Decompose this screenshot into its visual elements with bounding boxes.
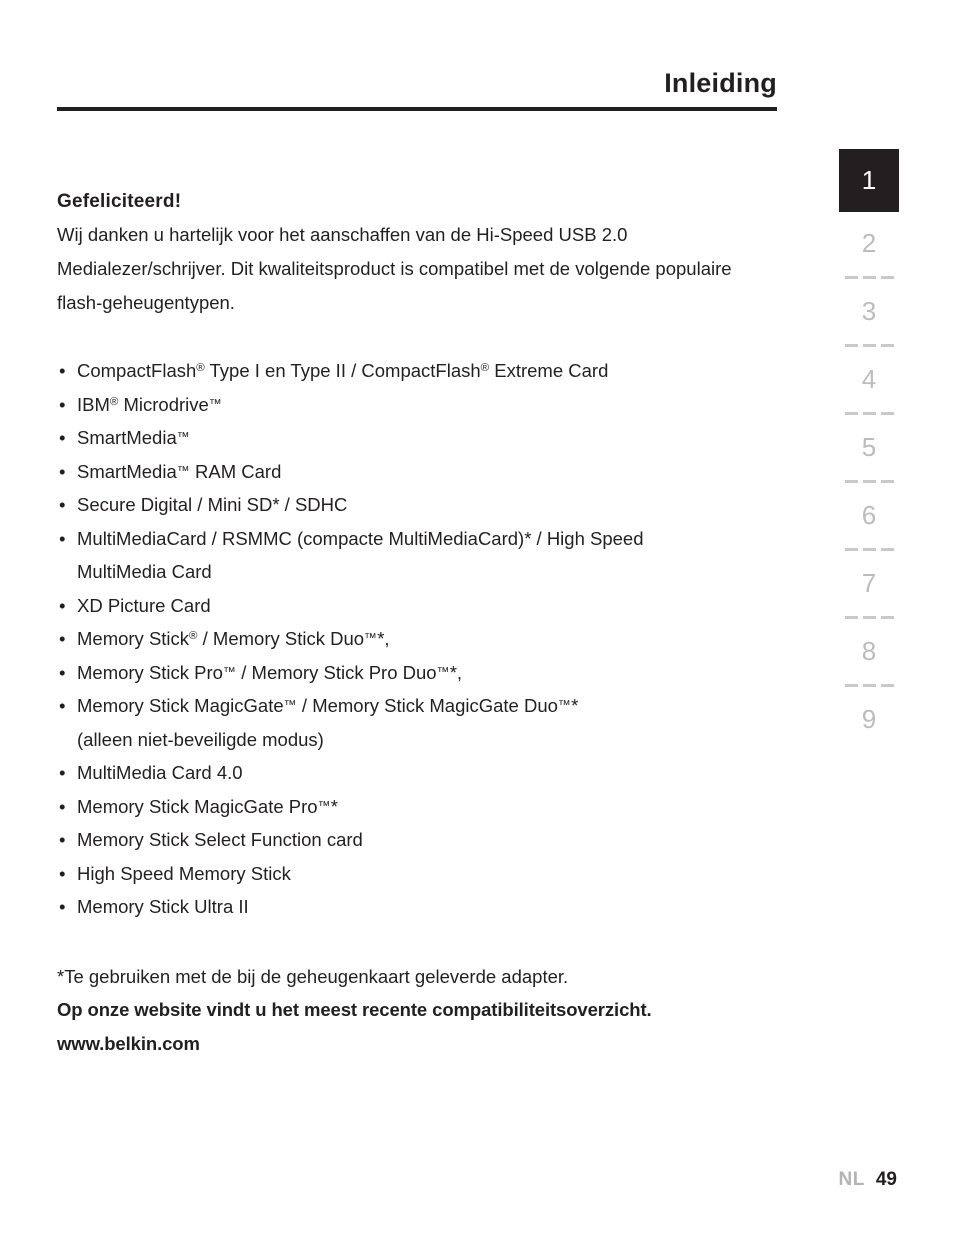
list-item: • Memory Stick MagicGate Pro™* [57,790,772,824]
list-item: • MultiMediaCard / RSMMC (compacte MultiM… [57,522,772,589]
main-content: Gefeliciteerd! Wij danken u hartelijk vo… [57,188,772,1060]
list-item: • High Speed Memory Stick [57,857,772,891]
trademark-mark: ™ [436,663,450,679]
list-item-label: MultiMediaCard / RSMMC (compacte MultiMe… [77,527,644,549]
list-item: • Secure Digital / Mini SD* / SDHC [57,488,772,522]
bullet-icon: • [59,360,66,381]
list-item: • Memory Stick Select Function card [57,823,772,857]
list-item: • Memory Stick Pro™ / Memory Stick Pro Du… [57,656,772,690]
bullet-icon: • [59,460,66,482]
trademark-mark: ™ [176,429,190,445]
list-item-label: High Speed Memory Stick [77,862,291,884]
list-item-label: XD Picture Card [77,594,211,616]
section-tab-8[interactable]: 8 [839,620,899,683]
note-bold: Op onze website vindt u het meest recent… [57,999,652,1020]
section-tab-9[interactable]: 9 [839,688,899,751]
list-item-continuation: MultiMedia Card [77,561,212,582]
section-tab-2[interactable]: 2 [839,212,899,275]
list-item-label: Secure Digital / Mini SD* / SDHC [77,494,348,515]
registered-mark: ® [480,362,490,375]
bullet-icon: • [59,661,66,683]
section-tab-1[interactable]: 1 [839,149,899,212]
section-heading: Gefeliciteerd! [57,191,182,212]
list-item-label: SmartMedia™ [77,427,190,448]
list-item-label: Memory Stick MagicGate Pro™* [77,795,338,817]
trademark-mark: ™ [557,697,572,713]
bullet-icon: • [59,494,66,515]
supported-cards-list: • CompactFlash® Type I en Type II / Compa… [57,354,772,924]
bullet-icon: • [59,393,66,415]
bullet-icon: • [59,695,66,716]
trademark-mark: ™ [176,462,190,478]
list-item: • MultiMedia Card 4.0 [57,756,772,790]
bullet-icon: • [59,527,66,549]
trademark-mark: ™ [317,797,331,813]
note-bold: www.belkin.com [57,1032,200,1054]
list-item-label: Memory Stick MagicGate™ / Memory Stick M… [77,695,579,716]
section-tab-3[interactable]: 3 [839,280,899,343]
list-item-label: Memory Stick Select Function card [77,829,363,850]
page-number: 49 [875,1169,897,1190]
list-item: • Memory Stick® / Memory Stick Duo™*, [57,622,772,656]
bullet-icon: • [59,896,66,917]
list-item: • SmartMedia™ RAM Card [57,455,772,489]
section-tab-5[interactable]: 5 [839,416,899,479]
list-item-label: SmartMedia™ RAM Card [77,460,282,482]
list-item: • SmartMedia™ [57,421,772,455]
footnotes: *Te gebruiken met de bij de geheugenkaar… [57,960,772,1061]
list-item: • XD Picture Card [57,589,772,623]
note-plain: *Te gebruiken met de bij de geheugenkaar… [57,965,569,987]
list-item: • Memory Stick MagicGate™ / Memory Stick … [57,689,772,756]
bullet-icon: • [59,762,66,783]
list-item: • IBM® Microdrive™ [57,388,772,422]
registered-mark: ® [196,362,205,375]
trademark-mark: ™ [222,663,237,679]
section-tab-7[interactable]: 7 [839,552,899,615]
list-item: • CompactFlash® Type I en Type II / Compa… [57,354,772,388]
list-item-label: IBM® Microdrive™ [77,393,222,415]
bullet-icon: • [59,862,66,884]
list-item-label: Memory Stick Ultra II [77,896,249,917]
list-item-label: Memory Stick Pro™ / Memory Stick Pro Duo… [77,661,463,683]
bullet-icon: • [59,829,66,850]
bullet-icon: • [59,594,66,616]
list-item-label: Memory Stick® / Memory Stick Duo™*, [77,628,390,649]
registered-mark: ® [189,630,198,643]
page-footer: NL 49 [839,1168,897,1192]
list-item-continuation: (alleen niet-beveiligde modus) [77,728,324,750]
intro-paragraph: Wij danken u hartelijk voor het aanschaf… [57,224,732,313]
bullet-icon: • [59,628,66,649]
list-item: • Memory Stick Ultra II [57,890,772,924]
header-divider [57,107,777,111]
page-header: Inleiding [57,66,777,111]
list-item-label: CompactFlash® Type I en Type II / Compac… [77,360,609,381]
section-tab-6[interactable]: 6 [839,484,899,547]
list-item-label: MultiMedia Card 4.0 [77,762,243,783]
registered-mark: ® [109,395,119,408]
trademark-mark: ™ [208,395,222,411]
bullet-icon: • [59,795,66,817]
page-title: Inleiding [664,68,777,98]
language-code: NL [838,1169,865,1190]
trademark-mark: ™ [283,697,297,713]
section-tab-4[interactable]: 4 [839,348,899,411]
section-rail: 123456789 [839,149,899,751]
bullet-icon: • [59,427,66,448]
trademark-mark: ™ [364,630,378,646]
